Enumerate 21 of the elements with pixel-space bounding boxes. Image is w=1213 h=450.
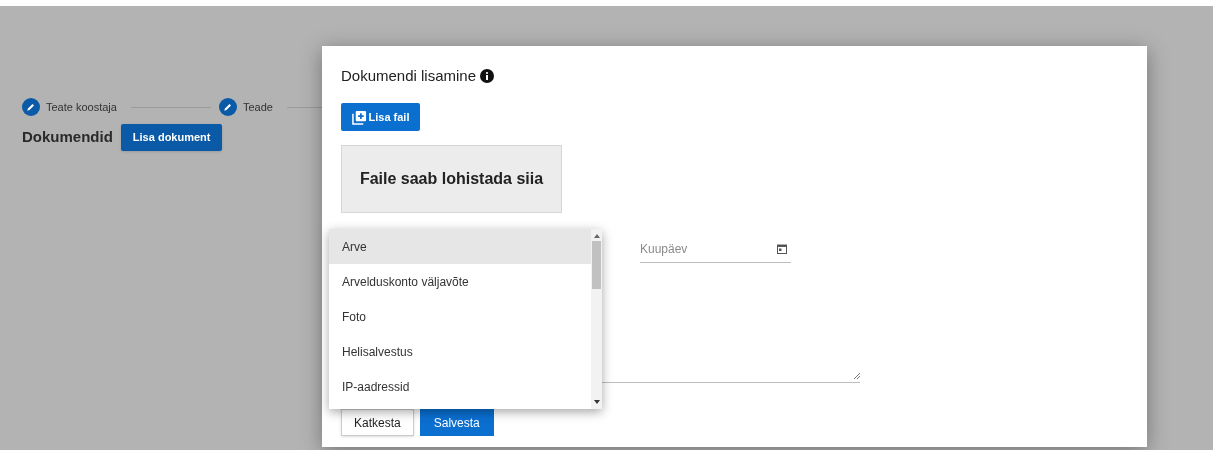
pencil-icon <box>22 98 40 116</box>
step-label: Teate koostaja <box>46 99 117 115</box>
pencil-icon <box>218 98 237 116</box>
add-file-button[interactable]: Lisa fail <box>341 103 420 131</box>
add-document-button[interactable]: Lisa dokument <box>120 124 223 151</box>
resize-handle-icon <box>854 373 860 379</box>
calendar-icon <box>777 244 787 254</box>
scroll-up-icon[interactable] <box>593 233 600 239</box>
dropdown-option[interactable]: Arve <box>329 229 591 264</box>
info-icon <box>480 69 495 83</box>
scrollbar-thumb[interactable] <box>592 241 601 289</box>
drop-zone[interactable]: Faile saab lohistada siia <box>341 145 562 213</box>
section-title: Dokumendid <box>22 127 113 148</box>
scroll-down-icon[interactable] <box>593 399 600 405</box>
add-file-icon <box>351 109 367 125</box>
cancel-button[interactable]: Katkesta <box>341 409 414 436</box>
save-button[interactable]: Salvesta <box>419 409 494 436</box>
date-field[interactable]: Kuupäev <box>640 235 791 263</box>
scrollbar[interactable] <box>591 229 602 409</box>
step-label: Teade <box>242 99 273 115</box>
dialog-title: Dokumendi lisamine <box>341 65 477 86</box>
